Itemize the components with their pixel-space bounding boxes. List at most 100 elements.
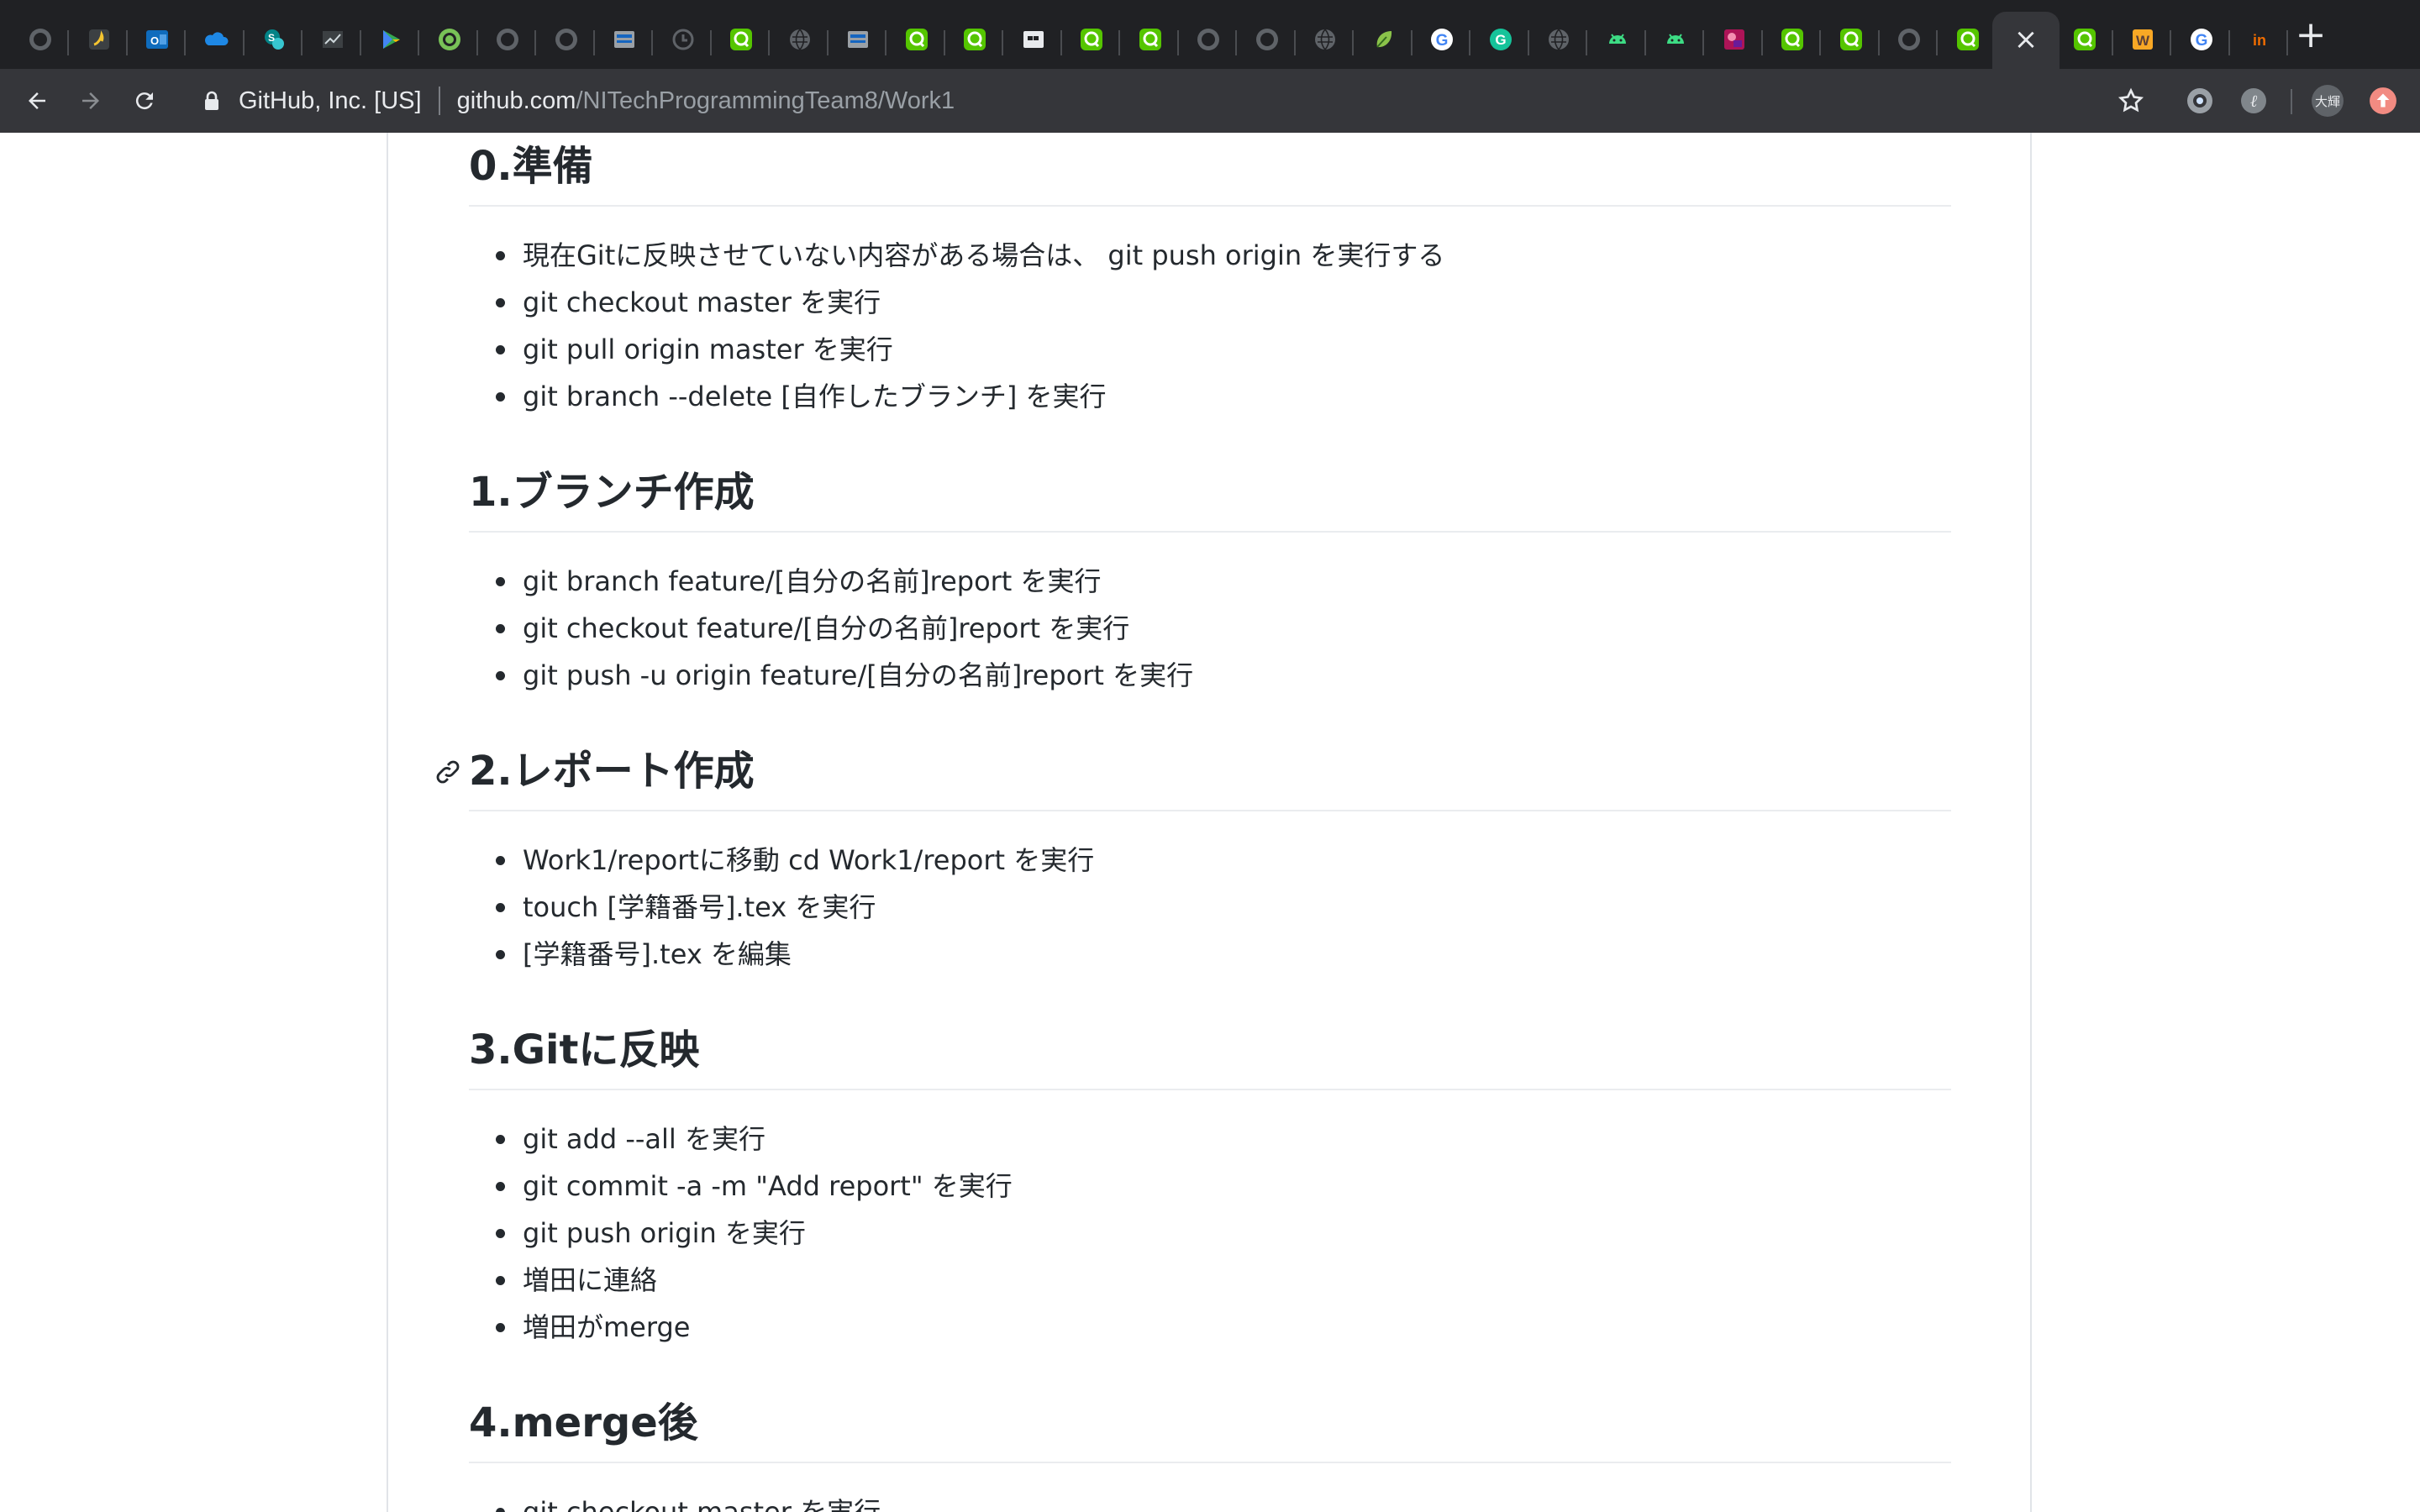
new-tab-button[interactable]: + [2292,17,2329,55]
browser-tab[interactable] [1764,12,1821,71]
avatar: 大輝 [2312,85,2344,117]
browser-tab[interactable] [1881,12,1938,71]
reload-button[interactable] [126,82,163,119]
browser-tab[interactable] [1239,12,1296,71]
tab-separator [418,30,419,55]
omnibox-divider [438,87,440,115]
extension-button-1[interactable] [2181,82,2218,119]
tab-separator [2170,30,2171,55]
browser-tab[interactable] [1180,12,1237,71]
url-path: /NITechProgrammingTeam8/Work1 [576,87,955,114]
browser-tab[interactable] [1823,12,1880,71]
update-button[interactable] [2365,82,2402,119]
browser-tab[interactable] [1297,12,1354,71]
site-identity[interactable]: GitHub, Inc. [US] [239,87,422,115]
browser-tab[interactable]: in [2231,12,2288,71]
browser-tab[interactable] [1122,12,1179,71]
tab-separator [885,30,886,55]
browser-tab[interactable] [888,12,945,71]
list-item: touch [学籍番号].tex を実行 [495,889,876,926]
github-icon [555,29,577,50]
tab-separator [184,30,186,55]
qiita-icon [906,29,928,50]
browser-tab[interactable] [362,12,419,71]
svg-text:G: G [1436,32,1449,50]
globe-icon [790,29,810,50]
tab-separator [944,30,945,55]
tab-separator [301,30,302,55]
browser-tab[interactable] [1355,12,1413,71]
tab-separator [1469,30,1470,55]
section-heading: 3.Gitに反映 [469,1025,1951,1090]
list-item: git checkout master を実行 [495,1494,881,1512]
browser-tab[interactable] [538,12,595,71]
browser-tab[interactable]: G [2173,12,2230,71]
github-icon [1898,29,1920,50]
browser-tab[interactable] [655,12,712,71]
back-button[interactable] [18,82,55,119]
browser-tab[interactable] [713,12,770,71]
browser-tab[interactable] [946,12,1003,71]
forward-button[interactable] [72,82,109,119]
android-icon [1667,34,1684,44]
tab-separator [1294,30,1296,55]
browser-tab[interactable] [187,12,245,71]
browser-tab[interactable] [1589,12,1646,71]
globe-icon [1549,29,1569,50]
list-item: 増田に連絡 [495,1262,657,1299]
browser-tab[interactable] [1939,12,1996,71]
browser-tab[interactable] [596,12,653,71]
list-item: git checkout feature/[自分の名前]report を実行 [495,610,1129,647]
grammarly-icon: G [1490,29,1512,50]
browser-tab[interactable] [71,12,128,71]
browser-tab[interactable]: × [1992,12,2060,69]
browser-tab[interactable]: O [129,12,186,71]
image-icon [1724,29,1744,50]
browser-tab[interactable] [479,12,536,71]
browser-tab[interactable] [304,12,361,71]
outlook-icon: O [146,30,168,49]
address-bar[interactable]: GitHub, Inc. [US] github.com/NITechProgr… [180,77,2139,124]
qiita-icon [2074,29,2096,50]
section-heading: 1.ブランチ作成 [469,467,1951,533]
browser-tab[interactable] [1706,12,1763,71]
link-anchor-icon[interactable] [434,758,462,786]
browser-tab[interactable] [1530,12,1587,71]
browser-tab[interactable]: G [1472,12,1529,71]
browser-tab[interactable]: S [245,12,302,71]
tab-separator [2112,30,2113,55]
extension-button-2[interactable]: ℓ [2235,82,2272,119]
section-heading-text: 3.Gitに反映 [469,1026,700,1074]
evernote-icon: ℓ [2241,88,2266,113]
qiita-icon [964,29,986,50]
browser-tab[interactable] [1647,12,1704,71]
w-icon: W [2133,29,2153,50]
tab-separator [360,30,361,55]
browser-tab[interactable] [421,12,478,71]
browser-tab[interactable] [1063,12,1120,71]
close-icon[interactable]: × [2014,25,2039,54]
in-icon: in [2253,32,2266,49]
section-heading: 4.merge後 [469,1398,1951,1463]
browser-tab[interactable] [2056,12,2113,71]
browser-tab[interactable] [771,12,829,71]
qiita-icon [1139,29,1161,50]
qiita-icon [730,29,752,50]
url-host: github.com [456,87,576,114]
browser-tab[interactable]: W [2114,12,2171,71]
bookmark-star-button[interactable] [2112,82,2149,119]
tab-separator [1177,30,1179,55]
profile-button[interactable]: 大輝 [2309,82,2346,119]
browser-tab[interactable]: G [1413,12,1470,71]
browser-tab[interactable] [829,12,886,71]
browser-tab[interactable] [12,12,69,71]
github-icon [497,29,518,50]
tab-separator [1528,30,1529,55]
tab-separator [1644,30,1646,55]
tab-separator [1235,30,1237,55]
list-item: 現在Gitに反映させていない内容がある場合は、 git push origin … [495,237,1444,274]
history-icon [672,29,694,50]
section-heading-text: 1.ブランチ作成 [469,469,755,516]
browser-tab[interactable] [1005,12,1062,71]
tab-separator [476,30,478,55]
